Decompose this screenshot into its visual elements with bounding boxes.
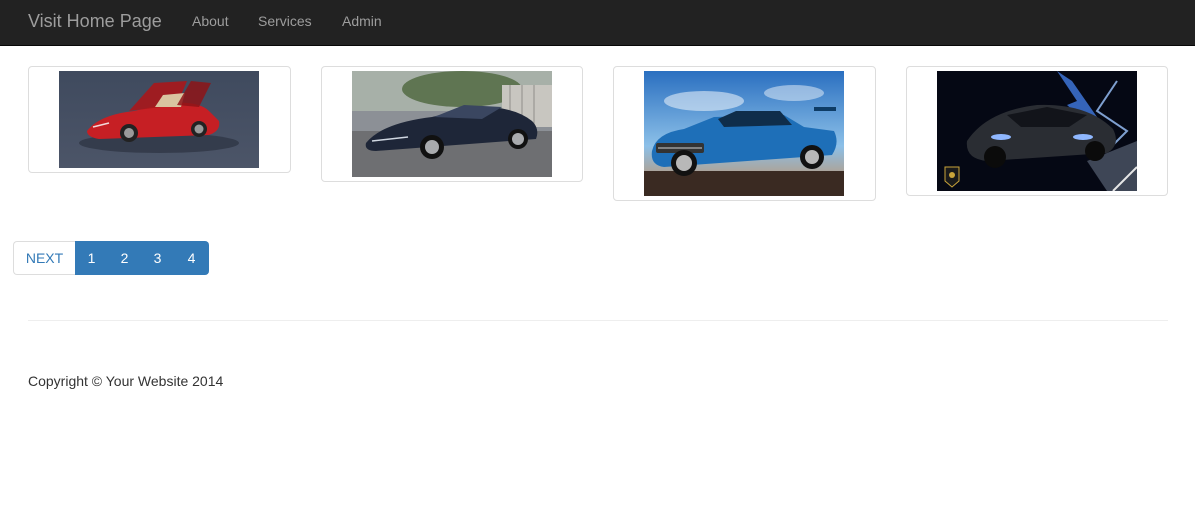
gallery-thumbnail-2[interactable] — [321, 66, 583, 182]
pagination-page-1[interactable]: 1 — [75, 241, 108, 275]
gallery-thumbnail-3[interactable] — [613, 66, 876, 201]
pagination-page-2[interactable]: 2 — [108, 241, 141, 275]
blue-coupe-image — [352, 71, 552, 177]
pagination: NEXT 1 2 3 4 — [13, 241, 209, 275]
black-supercar-image — [937, 71, 1137, 191]
gallery-thumbnail-1[interactable] — [28, 66, 291, 173]
pagination-page-4[interactable]: 4 — [174, 241, 209, 275]
blue-muscle-car-image — [644, 71, 844, 196]
nav-link-about[interactable]: About — [192, 0, 229, 46]
nav-link-admin[interactable]: Admin — [342, 0, 382, 46]
footer-divider — [28, 320, 1168, 321]
pagination-next-button[interactable]: NEXT — [13, 241, 75, 275]
footer-copyright: Copyright © Your Website 2014 — [28, 373, 224, 389]
top-navbar: Visit Home Page About Services Admin — [0, 0, 1195, 46]
red-sports-car-image — [59, 71, 259, 168]
nav-link-services[interactable]: Services — [258, 0, 312, 46]
brand-link[interactable]: Visit Home Page — [28, 0, 162, 46]
pagination-page-3[interactable]: 3 — [141, 241, 174, 275]
gallery-thumbnail-4[interactable] — [906, 66, 1168, 196]
